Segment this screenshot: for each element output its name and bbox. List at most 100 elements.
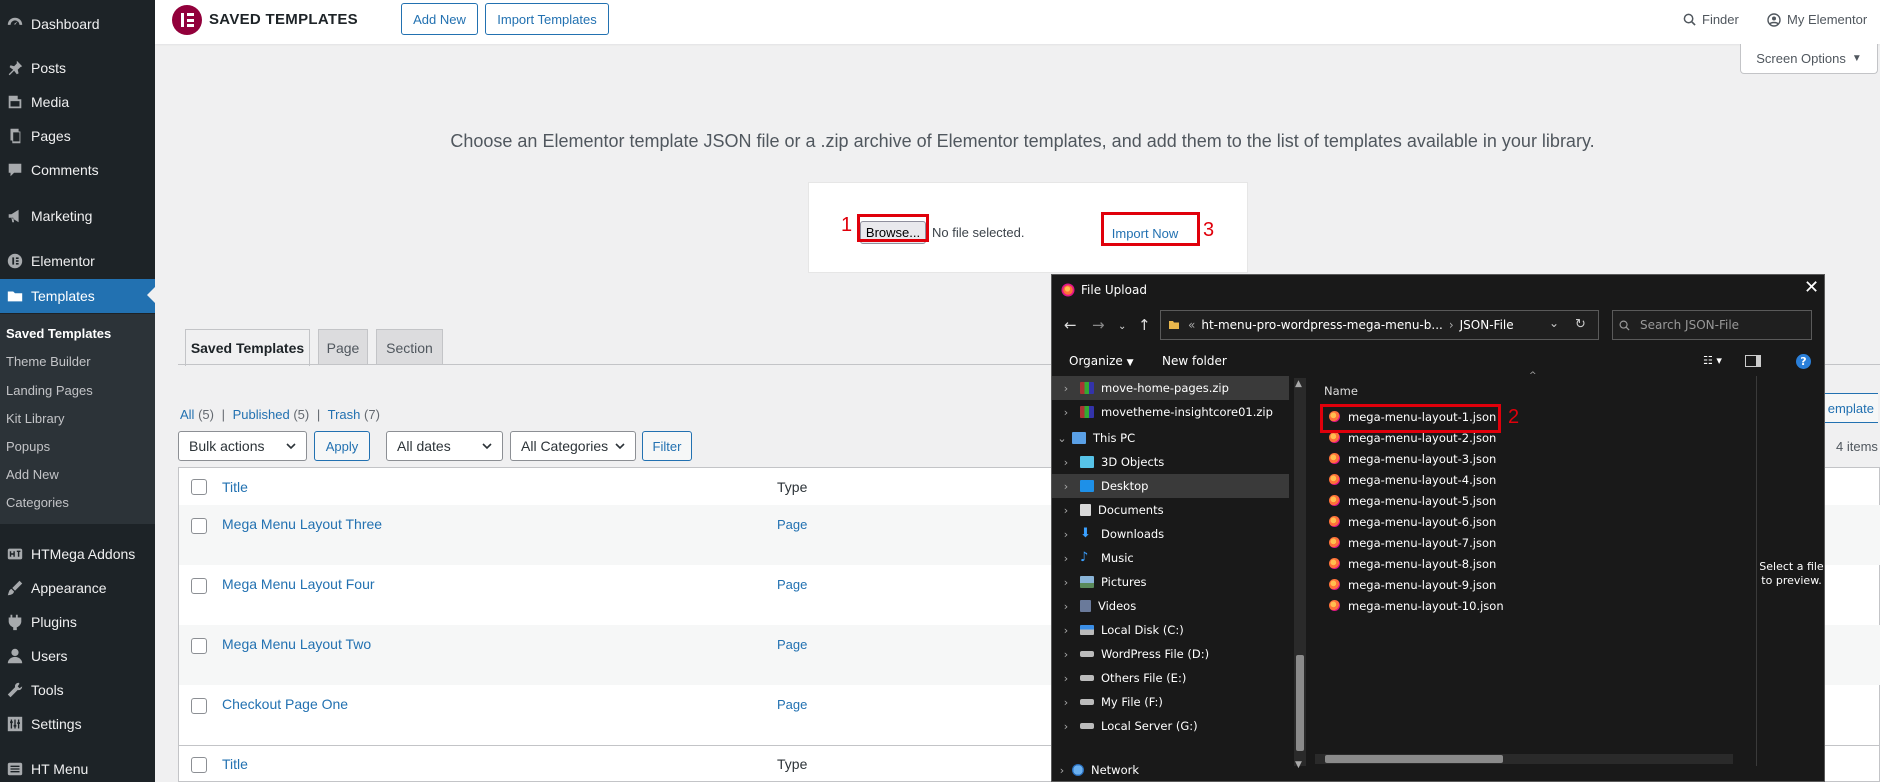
add-new-button[interactable]: Add New [401,3,478,35]
new-folder-button[interactable]: New folder [1162,354,1227,368]
select-all-checkbox[interactable] [191,479,207,495]
filter-button[interactable]: Filter [642,431,692,461]
path-segment-parent[interactable]: ht-menu-pro-wordpress-mega-menu-b... [1201,318,1442,332]
nav-item-music[interactable]: › ♪ Music [1052,546,1289,570]
submenu-popups[interactable]: Popups [6,439,50,454]
submenu-theme-builder[interactable]: Theme Builder [6,354,91,369]
recent-locations-chevron-icon[interactable]: ⌄ [1118,321,1126,332]
nav-item-this-pc[interactable]: ⌄ This PC [1052,426,1289,450]
bulk-actions-select[interactable]: Bulk actions [178,431,307,461]
sidebar-item-pages[interactable]: Pages [0,120,155,152]
file-item[interactable]: mega-menu-layout-10.json [1329,595,1504,616]
template-type-link[interactable]: Page [777,517,807,532]
nav-item-others-file-e[interactable]: › Others File (E:) [1052,666,1289,690]
sidebar-item-appearance[interactable]: Appearance [0,572,155,604]
file-item[interactable]: mega-menu-layout-5.json [1329,490,1496,511]
template-title-link[interactable]: Checkout Page One [222,696,348,712]
name-column-header[interactable]: Name [1324,384,1358,398]
file-list-hscroll-thumb[interactable] [1325,755,1503,763]
forward-arrow-icon[interactable]: → [1092,316,1105,334]
sidebar-item-dashboard[interactable]: Dashboard [0,8,155,40]
help-icon[interactable]: ? [1796,354,1811,369]
sidebar-item-ht-menu[interactable]: HT Menu [0,753,155,782]
row-checkbox[interactable] [191,638,207,654]
column-title-footer[interactable]: Title [222,756,248,772]
chevron-down-icon[interactable]: ⌄ [1549,316,1559,330]
apply-button[interactable]: Apply [314,431,370,461]
add-new-template-button[interactable]: emplate [1818,393,1878,423]
row-checkbox[interactable] [191,698,207,714]
submenu-kit-library[interactable]: Kit Library [6,411,65,426]
template-title-link[interactable]: Mega Menu Layout Three [222,516,382,532]
sidebar-item-settings[interactable]: Settings [0,708,155,740]
template-title-link[interactable]: Mega Menu Layout Two [222,636,371,652]
submenu-landing-pages[interactable]: Landing Pages [6,383,93,398]
sidebar-item-plugins[interactable]: Plugins [0,606,155,638]
filter-all-link[interactable]: All [180,407,194,422]
sidebar-item-marketing[interactable]: Marketing [0,200,155,232]
row-checkbox[interactable] [191,518,207,534]
submenu-saved-templates[interactable]: Saved Templates [6,326,111,341]
back-arrow-icon[interactable]: ← [1064,316,1077,334]
template-type-link[interactable]: Page [777,577,807,592]
scroll-down-arrow-icon[interactable]: ▼ [1295,760,1302,770]
submenu-add-new[interactable]: Add New [6,467,59,482]
organize-menu[interactable]: Organize ▼ [1069,354,1134,368]
my-elementor-link[interactable]: My Elementor [1767,12,1867,27]
category-filter-select[interactable]: All Categories [510,431,636,461]
nav-item-local-server-g[interactable]: › Local Server (G:) [1052,714,1289,738]
tab-section[interactable]: Section [376,329,443,365]
screen-options-button[interactable]: Screen Options ▼ [1740,44,1878,74]
sidebar-item-templates[interactable]: Templates [0,279,155,313]
sidebar-item-htmega-addons[interactable]: HTMega Addons [0,538,155,570]
template-type-link[interactable]: Page [777,697,807,712]
scroll-up-arrow-icon[interactable]: ▲ [1295,379,1302,389]
file-item[interactable]: mega-menu-layout-7.json [1329,532,1496,553]
file-item[interactable]: mega-menu-layout-8.json [1329,553,1496,574]
sidebar-item-posts[interactable]: Posts [0,52,155,84]
import-templates-button[interactable]: Import Templates [485,3,609,35]
file-item[interactable]: mega-menu-layout-6.json [1329,511,1496,532]
view-options-icon[interactable]: ☷ ▾ [1703,354,1722,367]
row-checkbox[interactable] [191,578,207,594]
sidebar-item-media[interactable]: Media [0,86,155,118]
nav-item-pictures[interactable]: › Pictures [1052,570,1289,594]
address-bar[interactable]: « ht-menu-pro-wordpress-mega-menu-b... ›… [1160,310,1599,340]
filter-trash-link[interactable]: Trash [328,407,361,422]
file-item[interactable]: mega-menu-layout-9.json [1329,574,1496,595]
sidebar-item-users[interactable]: Users [0,640,155,672]
nav-item-local-disk-c[interactable]: › Local Disk (C:) [1052,618,1289,642]
file-item[interactable]: mega-menu-layout-3.json [1329,448,1496,469]
date-filter-select[interactable]: All dates [386,431,503,461]
sidebar-item-elementor[interactable]: Elementor [0,245,155,277]
column-title-header[interactable]: Title [222,479,248,495]
nav-item-move-home-pages-zip[interactable]: › move-home-pages.zip [1052,376,1289,400]
nav-item-videos[interactable]: › Videos [1052,594,1289,618]
file-item[interactable]: mega-menu-layout-4.json [1329,469,1496,490]
tab-page[interactable]: Page [318,329,368,365]
refresh-icon[interactable]: ↻ [1575,317,1586,332]
select-all-checkbox[interactable] [191,757,207,773]
nav-pane-scroll-thumb[interactable] [1296,655,1304,751]
sidebar-item-tools[interactable]: Tools [0,674,155,706]
nav-item-desktop[interactable]: › Desktop [1052,474,1289,498]
search-input[interactable]: Search JSON-File [1612,310,1812,340]
path-segment-current[interactable]: JSON-File [1460,318,1514,332]
template-type-link[interactable]: Page [777,637,807,652]
tab-saved-templates[interactable]: Saved Templates [185,329,310,366]
submenu-categories[interactable]: Categories [6,495,69,510]
nav-item-wordpress-file-d[interactable]: › WordPress File (D:) [1052,642,1289,666]
nav-item-3d-objects[interactable]: › 3D Objects [1052,450,1289,474]
close-icon[interactable]: ✕ [1804,277,1819,298]
nav-item-documents[interactable]: › Documents [1052,498,1289,522]
nav-item-movetheme-zip[interactable]: › movetheme-insightcore01.zip [1052,400,1289,424]
sidebar-item-comments[interactable]: Comments [0,154,155,186]
filter-published-link[interactable]: Published [233,407,290,422]
up-arrow-icon[interactable]: ↑ [1138,316,1151,334]
template-title-link[interactable]: Mega Menu Layout Four [222,576,375,592]
nav-item-downloads[interactable]: › ⬇ Downloads [1052,522,1289,546]
preview-pane-icon[interactable] [1745,355,1761,367]
finder-link[interactable]: Finder [1683,12,1739,27]
nav-item-network[interactable]: › Network [1052,758,1289,782]
nav-item-my-file-f[interactable]: › My File (F:) [1052,690,1289,714]
